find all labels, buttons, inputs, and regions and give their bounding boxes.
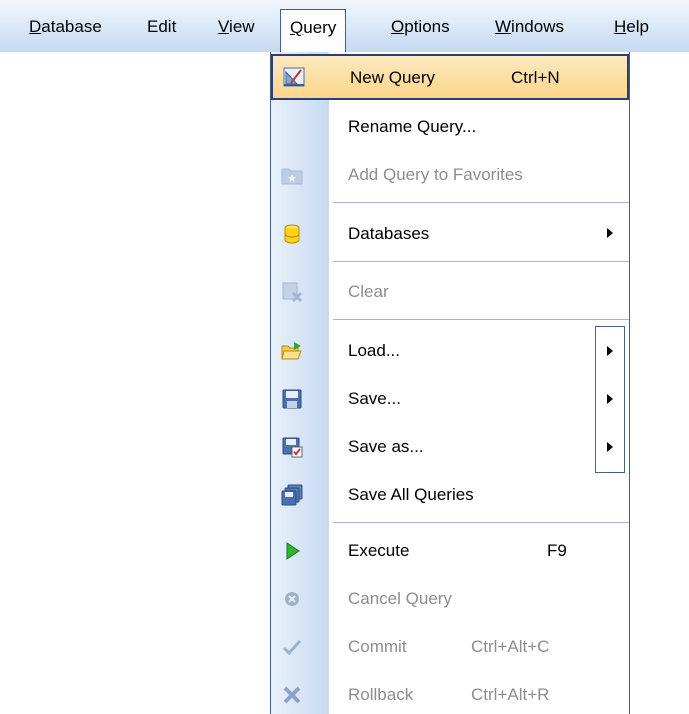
commit-icon <box>281 636 303 658</box>
clear-icon <box>281 281 303 303</box>
new-query-icon <box>283 66 305 88</box>
menu-item-cancel-query[interactable]: Cancel Query <box>271 575 629 623</box>
menu-item-shortcut: Ctrl+Alt+R <box>471 685 550 704</box>
menu-item-clear[interactable]: Clear <box>271 268 629 316</box>
menu-item-databases[interactable]: Databases <box>271 210 629 258</box>
menu-item-save[interactable]: Save... <box>271 375 629 423</box>
menu-item-shortcut: Ctrl+Alt+C <box>471 637 550 656</box>
menu-bar: Database Edit View Query Options Windows… <box>0 0 689 53</box>
menu-view[interactable]: View <box>209 9 264 45</box>
submenu-arrow-icon[interactable] <box>607 394 613 404</box>
menu-item-new-query[interactable]: New Query Ctrl+N <box>271 54 629 100</box>
menu-item-label: Execute <box>348 541 410 560</box>
menu-item-label: Save... <box>348 389 401 408</box>
rollback-icon <box>281 684 303 706</box>
menu-query[interactable]: Query <box>280 9 347 53</box>
menu-separator <box>333 202 629 203</box>
menu-item-label: Databases <box>348 224 430 243</box>
menu-item-label: Rollback <box>348 685 414 704</box>
execute-icon <box>281 540 303 562</box>
menu-item-label: Add Query to Favorites <box>348 165 523 184</box>
menu-windows[interactable]: Windows <box>486 9 573 45</box>
menu-item-load[interactable]: Load... <box>271 327 629 375</box>
menu-separator <box>333 319 629 320</box>
menu-database[interactable]: Database <box>20 9 111 45</box>
menu-item-save-all-queries[interactable]: Save All Queries <box>271 471 629 519</box>
query-dropdown-menu: New Query Ctrl+N Rename Query... Add Que… <box>270 52 630 714</box>
favorites-folder-icon <box>281 164 303 186</box>
database-icon <box>281 223 303 245</box>
submenu-arrow-icon[interactable] <box>607 346 613 356</box>
menu-options[interactable]: Options <box>382 9 459 45</box>
submenu-arrow-group <box>595 326 625 473</box>
menu-item-label: New Query <box>350 68 436 87</box>
menu-edit[interactable]: Edit <box>138 9 185 45</box>
menu-item-rollback[interactable]: Rollback Ctrl+Alt+R <box>271 671 629 714</box>
submenu-arrow-icon <box>607 228 613 238</box>
menu-separator <box>333 522 629 523</box>
menu-item-add-to-favorites[interactable]: Add Query to Favorites <box>271 151 629 199</box>
menu-item-label: Load... <box>348 341 400 360</box>
cancel-icon <box>281 588 303 610</box>
menu-item-shortcut: F9 <box>547 541 567 560</box>
menu-item-label: Commit <box>348 637 407 656</box>
menu-item-label: Clear <box>348 282 389 301</box>
save-icon <box>281 388 303 410</box>
save-as-icon <box>281 436 303 458</box>
menu-item-commit[interactable]: Commit Ctrl+Alt+C <box>271 623 629 671</box>
menu-item-label: Rename Query... <box>348 117 477 136</box>
menu-separator <box>333 261 629 262</box>
menu-item-label: Save as... <box>348 437 424 456</box>
menu-item-label: Cancel Query <box>348 589 452 608</box>
menu-item-shortcut: Ctrl+N <box>511 68 560 87</box>
menu-item-label: Save All Queries <box>348 485 474 504</box>
menu-item-rename-query[interactable]: Rename Query... <box>271 103 629 151</box>
open-folder-icon <box>281 340 303 362</box>
submenu-arrow-icon[interactable] <box>607 442 613 452</box>
menu-item-execute[interactable]: Execute F9 <box>271 527 629 575</box>
save-all-icon <box>281 484 303 506</box>
menu-help[interactable]: Help <box>605 9 658 45</box>
menu-item-save-as[interactable]: Save as... <box>271 423 629 471</box>
